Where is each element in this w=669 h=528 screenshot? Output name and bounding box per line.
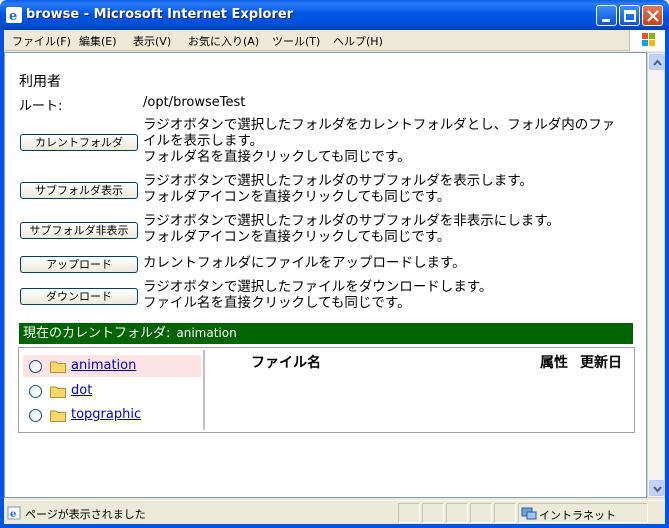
window-title: browse - Microsoft Internet Explorer xyxy=(26,7,294,22)
folder-radio[interactable] xyxy=(29,385,42,398)
show-subfolder-button[interactable]: サブフォルダ表示 xyxy=(20,182,138,199)
svg-text:e: e xyxy=(9,9,17,23)
description-line: ラジオボタンで選択したフォルダのサブフォルダを表示します。 xyxy=(143,173,533,189)
folder-row: topgraphic xyxy=(23,404,201,426)
description-line: ファイル名を直接クリックしても同じです。 xyxy=(143,295,411,311)
root-path: /opt/browseTest xyxy=(143,95,246,110)
menu-edit[interactable]: 編集(E) xyxy=(79,33,117,49)
status-segment xyxy=(446,503,468,523)
zone-text: イントラネット xyxy=(539,509,616,522)
scroll-up-button[interactable] xyxy=(649,54,664,70)
svg-text:e: e xyxy=(10,509,16,520)
menu-bar: ファイル(F) 編集(E) 表示(V) お気に入り(A) ツール(T) ヘルプ(… xyxy=(4,30,665,51)
folder-link[interactable]: animation xyxy=(71,358,136,373)
folder-row: animation xyxy=(23,355,201,377)
status-bar: e ページが表示されました イントラネット xyxy=(4,500,665,524)
menu-tools[interactable]: ツール(T) xyxy=(272,33,320,49)
minimize-icon xyxy=(602,19,610,22)
description-line: ラジオボタンで選択したフォルダをカレントフォルダとし、フォルダ内のファ xyxy=(143,117,616,133)
page-icon: e xyxy=(7,506,21,520)
folder-link[interactable]: dot xyxy=(71,383,92,398)
description-line: フォルダアイコンを直接クリックしても同じです。 xyxy=(143,189,451,205)
status-text: ページが表示されました xyxy=(25,508,146,521)
upload-button[interactable]: アップロード xyxy=(20,256,138,273)
menu-help[interactable]: ヘルプ(H) xyxy=(333,33,383,49)
column-attribute: 属性 xyxy=(540,355,568,371)
intranet-icon xyxy=(521,507,537,520)
status-segment xyxy=(422,503,444,523)
description-line: イルを表示します。 xyxy=(143,133,264,149)
root-label: ルート: xyxy=(19,99,63,114)
close-button[interactable] xyxy=(642,5,663,26)
folder-row: dot xyxy=(23,380,201,402)
scroll-down-button[interactable] xyxy=(649,480,664,496)
column-file-name: ファイル名 xyxy=(251,355,321,371)
download-description: ラジオボタンで選択したファイルをダウンロードします。 ファイル名を直接クリックし… xyxy=(143,279,492,311)
chevron-up-icon xyxy=(653,59,662,66)
windows-logo xyxy=(629,30,665,51)
title-bar[interactable]: e browse - Microsoft Internet Explorer xyxy=(0,0,669,30)
maximize-icon xyxy=(624,10,636,22)
vertical-scrollbar[interactable] xyxy=(647,52,665,498)
current-folder-button[interactable]: カレントフォルダ xyxy=(20,134,138,151)
user-label: 利用者 xyxy=(19,74,61,90)
folder-link[interactable]: topgraphic xyxy=(71,407,141,422)
menu-view[interactable]: 表示(V) xyxy=(133,33,171,49)
description-line: ラジオボタンで選択したファイルをダウンロードします。 xyxy=(143,279,493,295)
folder-radio[interactable] xyxy=(29,409,42,422)
current-folder-label: 現在のカレントフォルダ: xyxy=(23,326,171,341)
description-line: カレントフォルダにファイルをアップロードします。 xyxy=(143,255,466,271)
upload-description: カレントフォルダにファイルをアップロードします。 xyxy=(143,255,466,271)
file-list: ファイル名 属性 更新日 xyxy=(209,350,633,430)
minimize-button[interactable] xyxy=(596,5,617,26)
ie-icon: e xyxy=(6,7,22,23)
windows-flag-icon xyxy=(642,33,655,46)
page-content: 利用者 ルート: /opt/browseTest カレントフォルダ ラジオボタン… xyxy=(4,52,647,498)
current-folder-value: animation xyxy=(176,326,237,340)
folder-tree: animation dot topgraphic xyxy=(21,350,205,430)
window-frame-right xyxy=(665,30,669,528)
maximize-button[interactable] xyxy=(619,5,640,26)
status-segment xyxy=(398,503,420,523)
description-line: フォルダ名を直接クリックしても同じです。 xyxy=(143,149,411,165)
download-button[interactable]: ダウンロード xyxy=(20,288,138,305)
folder-radio[interactable] xyxy=(29,360,42,373)
menu-favorites[interactable]: お気に入り(A) xyxy=(188,33,259,49)
show-subfolder-description: ラジオボタンで選択したフォルダのサブフォルダを表示します。 フォルダアイコンを直… xyxy=(143,173,533,205)
description-line: ラジオボタンで選択したフォルダのサブフォルダを非表示にします。 xyxy=(143,213,560,229)
folder-icon[interactable] xyxy=(50,409,66,422)
column-updated: 更新日 xyxy=(580,355,622,371)
hide-subfolder-description: ラジオボタンで選択したフォルダのサブフォルダを非表示にします。 フォルダアイコン… xyxy=(143,213,560,245)
folder-icon[interactable] xyxy=(50,360,66,373)
current-folder-bar: 現在のカレントフォルダ: animation xyxy=(19,323,633,344)
browser-panel: animation dot topgraphic ファイル名 属性 更新日 xyxy=(18,347,635,433)
current-folder-description: ラジオボタンで選択したフォルダをカレントフォルダとし、フォルダ内のファ イルを表… xyxy=(143,117,615,165)
close-icon xyxy=(647,10,659,22)
menu-file[interactable]: ファイル(F) xyxy=(12,33,71,49)
description-line: フォルダアイコンを直接クリックしても同じです。 xyxy=(143,229,451,245)
folder-icon[interactable] xyxy=(50,385,66,398)
window-frame-bottom xyxy=(0,524,669,528)
status-segment xyxy=(470,503,492,523)
hide-subfolder-button[interactable]: サブフォルダ非表示 xyxy=(20,222,138,239)
zone-segment: イントラネット xyxy=(518,503,648,523)
status-segment xyxy=(494,503,516,523)
chevron-down-icon xyxy=(653,486,662,493)
